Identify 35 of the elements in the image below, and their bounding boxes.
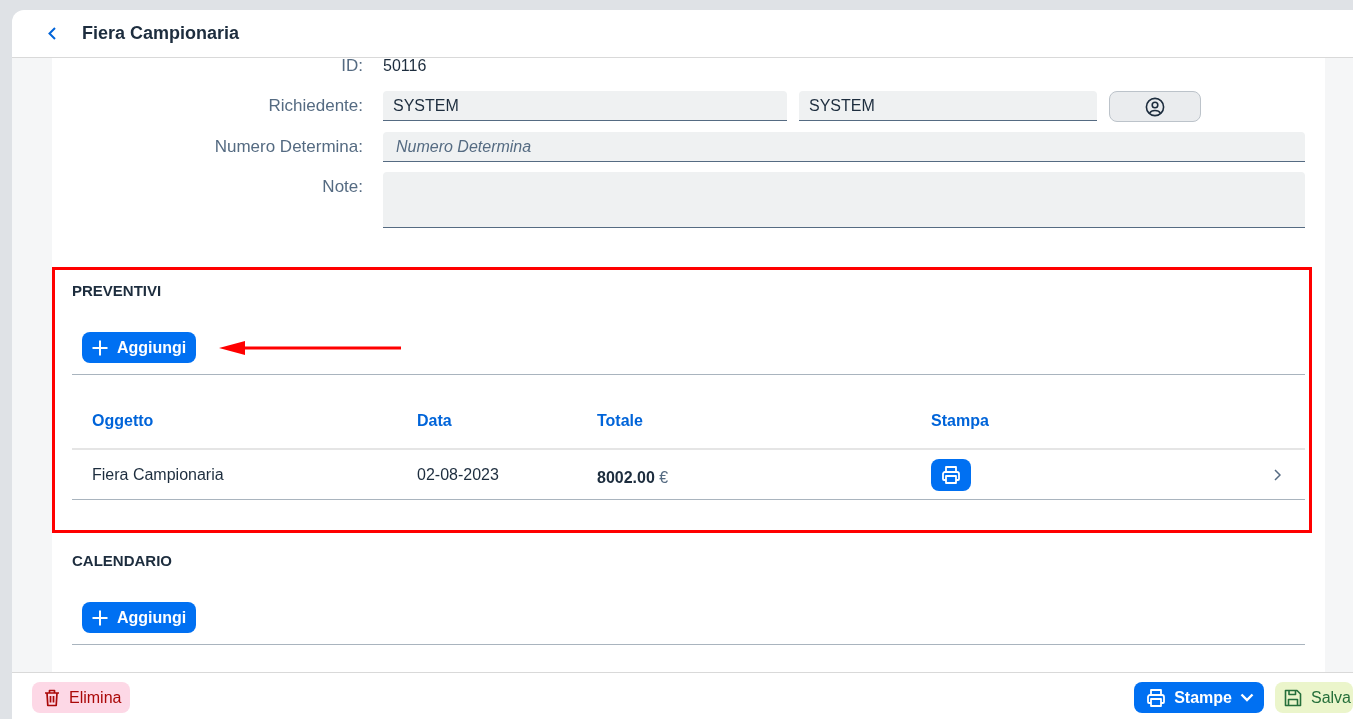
table-cell-text: Fiera Campionaria <box>91 465 224 484</box>
column-header: Oggetto <box>91 411 155 431</box>
back-chevron-icon[interactable] <box>48 27 56 40</box>
chevron-down-icon <box>1239 693 1254 702</box>
table-cell-text: 02-08-2023 <box>416 465 499 484</box>
field-value: 50116 <box>383 58 427 74</box>
print-button[interactable] <box>931 458 971 491</box>
add-button[interactable]: Aggiungi <box>82 332 197 363</box>
field-label: ID: <box>341 58 363 77</box>
print-menu-button[interactable]: Stampe <box>1134 682 1264 713</box>
save-button[interactable]: Salva <box>1274 682 1353 713</box>
printer-icon <box>941 464 961 485</box>
input-field[interactable]: SYSTEM <box>799 91 1097 121</box>
field-label: Richiedente: <box>268 95 363 117</box>
chevron-right-icon[interactable] <box>1274 468 1281 481</box>
column-header: Stampa <box>930 411 990 431</box>
plus-icon <box>92 609 108 626</box>
field-label: Note: <box>322 176 363 198</box>
page-title: Fiera Campionaria <box>82 23 240 44</box>
input-field[interactable]: SYSTEM <box>383 91 787 121</box>
table-cell-text: 8002.00 € <box>596 467 669 487</box>
note-field[interactable] <box>383 172 1305 228</box>
add-button[interactable]: Aggiungi <box>82 602 197 633</box>
trash-icon <box>44 688 60 707</box>
column-header: Data <box>416 411 453 431</box>
section-title: PREVENTIVI <box>72 282 163 300</box>
delete-button[interactable]: Elimina <box>32 682 131 713</box>
plus-icon <box>92 339 108 356</box>
user-button[interactable] <box>1109 91 1201 122</box>
printer-icon <box>1146 687 1167 708</box>
column-header: Totale <box>596 411 644 431</box>
field-label: Numero Determina: <box>214 136 363 158</box>
section-title: CALENDARIO <box>72 552 173 570</box>
input-field[interactable]: Numero Determina <box>383 132 1305 162</box>
user-circle-icon <box>1145 96 1165 117</box>
